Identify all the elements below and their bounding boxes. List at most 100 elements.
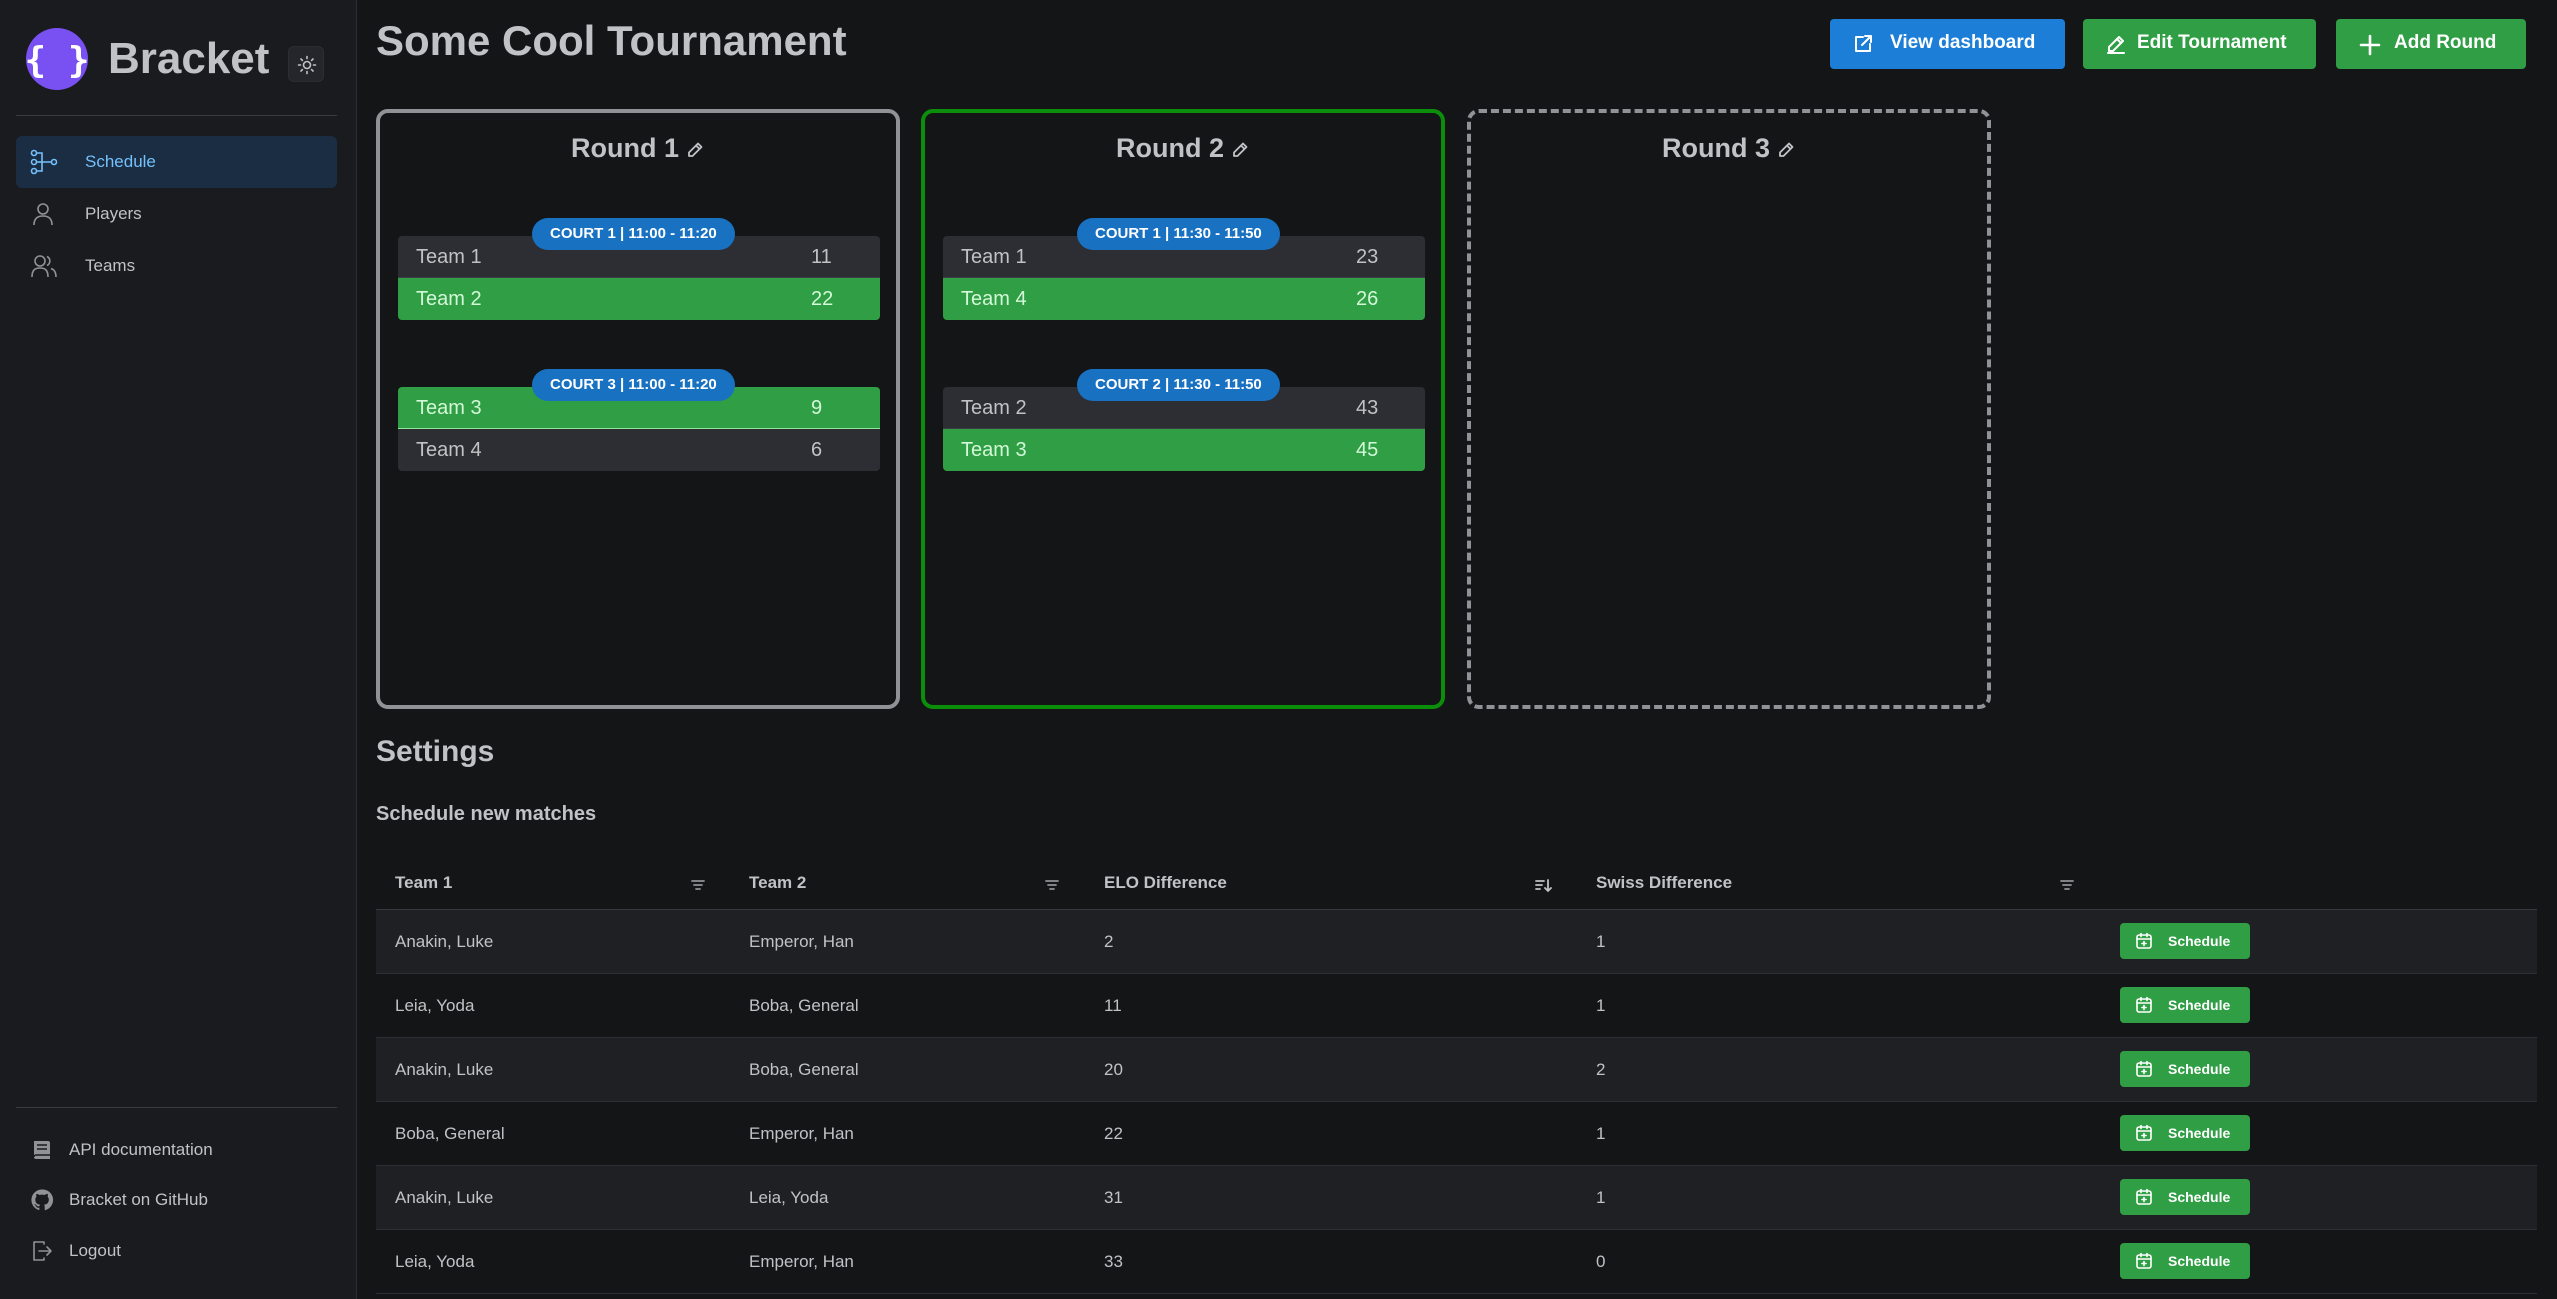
match-card[interactable]: Team 1 23 Team 4 26 COURT 1 | 11:30 - 11… [943,218,1425,320]
schedule-tree-icon [30,149,58,175]
sidebar-item-label: Schedule [85,152,156,171]
team2-cell: Leia, Yoda [749,1188,829,1207]
sort-ascending-icon[interactable] [1534,876,1552,894]
sort-icon[interactable] [2058,876,2076,894]
column-header-team2[interactable]: Team 2 [749,873,806,893]
pencil-icon[interactable] [685,140,705,160]
calendar-plus-icon [2136,932,2152,949]
github-icon [31,1189,54,1211]
view-dashboard-label: View dashboard [1890,32,2036,53]
sun-icon [297,55,317,75]
team-score: 22 [811,288,834,310]
sort-icon[interactable] [1043,876,1061,894]
round-card-2[interactable]: Round 2 Team 1 23 Team 4 26 COURT 1 | 11… [921,109,1445,709]
edit-tournament-button[interactable]: Edit Tournament [2083,19,2316,69]
table-header: Team 1 Team 2 ELO Difference Swiss Diffe… [376,860,2537,910]
court-time-badge: COURT 1 | 11:00 - 11:20 [532,218,735,250]
team2-cell: Boba, General [749,1060,859,1079]
pencil-icon[interactable] [1230,140,1250,160]
schedule-match-button[interactable]: Schedule [2120,1115,2250,1151]
match-card[interactable]: Team 2 43 Team 3 45 COURT 2 | 11:30 - 11… [943,369,1425,471]
table-row: Anakin, Luke Boba, General 20 2 Schedule [376,1038,2537,1102]
sidebar-item-label: Players [85,204,142,223]
schedule-match-button[interactable]: Schedule [2120,1179,2250,1215]
schedule-match-button[interactable]: Schedule [2120,987,2250,1023]
schedule-match-button[interactable]: Schedule [2120,923,2250,959]
logout-icon [33,1241,52,1261]
elo-difference-cell: 33 [1104,1252,1123,1271]
schedule-label: Schedule [2168,1253,2231,1269]
settings-heading: Settings [376,735,495,768]
sidebar-item-schedule[interactable]: Schedule [16,136,337,188]
team1-cell: Anakin, Luke [395,932,494,951]
team-name: Team 2 [416,288,482,310]
elo-difference-cell: 31 [1104,1188,1123,1207]
team-score: 6 [811,439,823,461]
round-card-3[interactable]: Round 3 [1467,109,1991,709]
brand[interactable]: { } Bracket [26,28,346,92]
view-dashboard-button[interactable]: View dashboard [1830,19,2065,69]
github-link[interactable]: Bracket on GitHub [30,1184,330,1216]
team-score: 9 [811,397,823,419]
sidebar-footer-divider [16,1107,337,1108]
sidebar-item-label: Teams [85,256,136,275]
logout-link[interactable]: Logout [30,1235,330,1267]
round-title: Round 2 [925,133,1441,164]
pencil-icon [2107,36,2125,54]
schedule-label: Schedule [2168,933,2231,949]
external-link-icon [1855,35,1872,52]
team-name: Team 4 [416,439,482,461]
team2-cell: Emperor, Han [749,932,854,951]
team-name: Team 3 [416,397,482,419]
team2-cell: Emperor, Han [749,1252,854,1271]
schedule-matches-heading: Schedule new matches [376,803,597,825]
app-name: Bracket [108,34,270,83]
match-card[interactable]: Team 3 9 Team 4 6 COURT 3 | 11:00 - 11:2… [398,369,880,471]
elo-difference-cell: 20 [1104,1060,1123,1079]
book-icon [33,1141,50,1159]
team1-cell: Leia, Yoda [395,996,475,1015]
team1-cell: Anakin, Luke [395,1188,494,1207]
team2-cell: Boba, General [749,996,859,1015]
edit-tournament-label: Edit Tournament [2137,32,2287,53]
user-icon [33,203,53,226]
calendar-plus-icon [2136,1252,2152,1269]
court-time-badge: COURT 1 | 11:30 - 11:50 [1077,218,1280,250]
elo-difference-cell: 2 [1104,932,1114,951]
pencil-icon[interactable] [1776,140,1796,160]
team-row-winner: Team 4 26 [943,278,1425,320]
api-documentation-link[interactable]: API documentation [30,1134,330,1166]
team-score: 11 [811,246,832,268]
match-card[interactable]: Team 1 11 Team 2 22 COURT 1 | 11:00 - 11… [398,218,880,320]
column-header-elo[interactable]: ELO Difference [1104,873,1227,893]
round-card-1[interactable]: Round 1 Team 1 11 Team 2 22 COURT 1 | 11… [376,109,900,709]
swiss-difference-cell: 1 [1596,996,1606,1015]
elo-difference-cell: 11 [1104,996,1122,1015]
sidebar-item-teams[interactable]: Teams [16,240,337,292]
column-header-swiss[interactable]: Swiss Difference [1596,873,1732,893]
sort-icon[interactable] [689,876,707,894]
round-title-text: Round 1 [571,133,679,163]
footer-link-label: API documentation [69,1140,213,1159]
round-title-text: Round 2 [1116,133,1224,163]
theme-toggle-button[interactable] [288,46,324,82]
court-time-badge: COURT 3 | 11:00 - 11:20 [532,369,735,401]
schedule-match-button[interactable]: Schedule [2120,1051,2250,1087]
team-name: Team 2 [961,397,1027,419]
team-score: 26 [1356,288,1379,310]
add-round-button[interactable]: Add Round [2336,19,2526,69]
calendar-plus-icon [2136,1188,2152,1205]
swiss-difference-cell: 1 [1596,1188,1606,1207]
swiss-difference-cell: 2 [1596,1060,1606,1079]
column-header-team1[interactable]: Team 1 [395,873,452,893]
team-name: Team 3 [961,439,1027,461]
team1-cell: Leia, Yoda [395,1252,475,1271]
team-name: Team 4 [961,288,1027,310]
schedule-match-button[interactable]: Schedule [2120,1243,2250,1279]
round-title: Round 1 [380,133,896,164]
elo-difference-cell: 22 [1104,1124,1123,1143]
footer-link-label: Bracket on GitHub [69,1190,208,1209]
users-icon [31,255,57,278]
court-time-badge: COURT 2 | 11:30 - 11:50 [1077,369,1280,401]
sidebar-item-players[interactable]: Players [16,188,337,240]
